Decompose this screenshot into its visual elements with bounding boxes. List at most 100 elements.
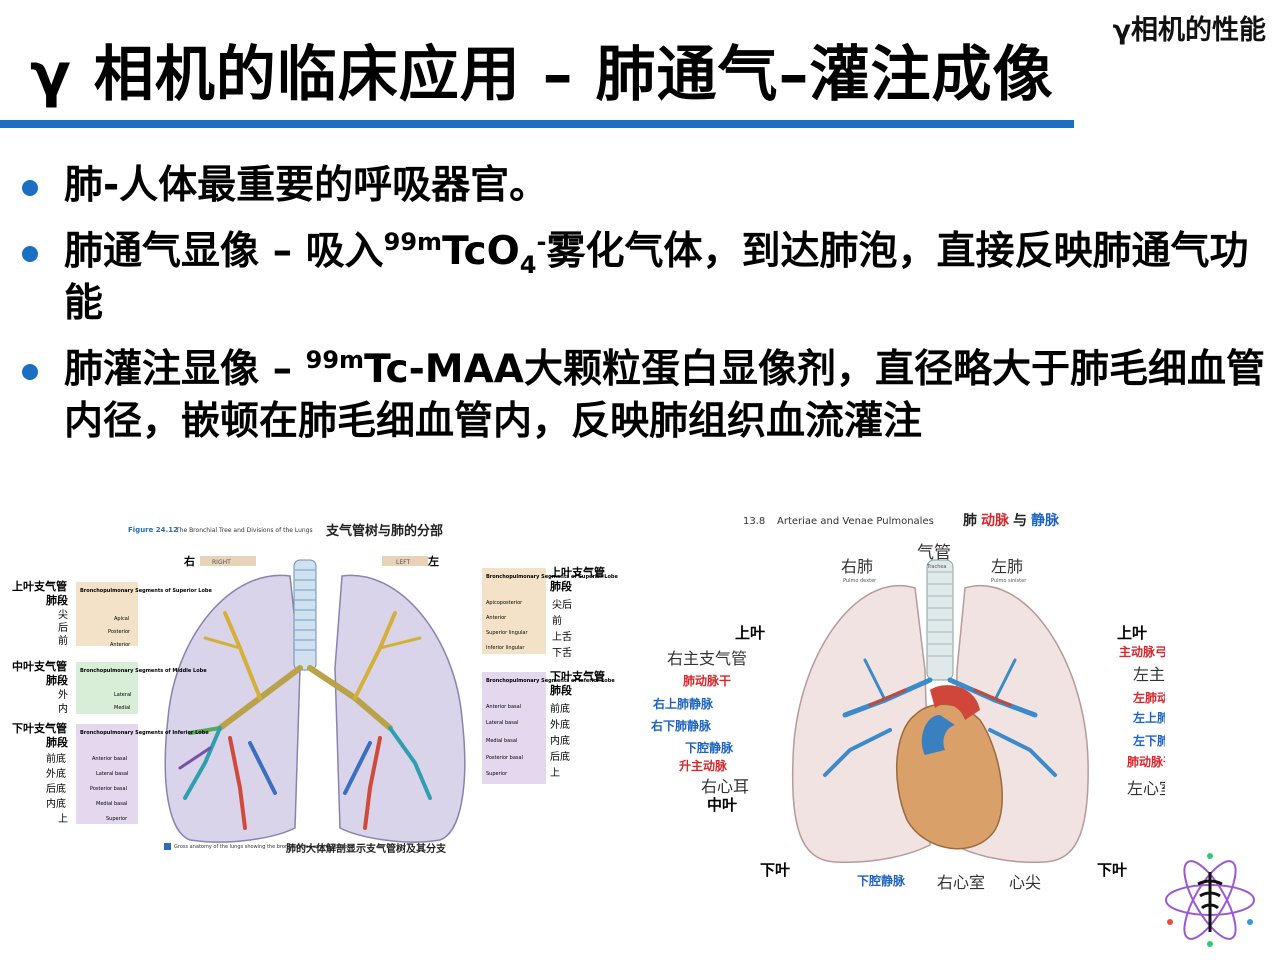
legend-box-title: Bronchopulmonary Segments of Superior Lo… [80, 588, 212, 594]
lower-lobe-bronchus-label: 下叶支气管 [12, 721, 67, 735]
bullet-dot-icon [22, 180, 38, 196]
legend-box-item: Lateral basal [486, 720, 518, 726]
right-upper-legend-box [482, 568, 546, 654]
segment-label: 肺段 [550, 579, 572, 593]
legend-box-item: Posterior [108, 629, 131, 635]
segment-item: 尖 [58, 608, 68, 621]
upper-lobe-right-label: 上叶 [735, 624, 765, 642]
segment-label: 肺段 [46, 593, 68, 607]
right-cn-label: 右 [183, 554, 195, 568]
trachea-en-label: Trachea [926, 564, 947, 570]
bronchial-tree-figure: Figure 24.12 The Bronchial Tree and Divi… [10, 498, 625, 870]
segment-item: 后底 [550, 750, 570, 763]
segment-item: 后 [58, 622, 68, 634]
pulmonary-trunk-right-label: 肺动脉干 [1127, 754, 1165, 769]
legend-box-item: Superior lingular [486, 630, 528, 636]
legend-box-item: Posterior basal [486, 755, 523, 761]
right-ventricle-label: 右心室 [937, 873, 985, 892]
trachea-label: 气管 [917, 543, 951, 563]
left-lung-label: 左肺 [991, 557, 1023, 576]
bullet-dot-icon [22, 246, 38, 262]
left-ventricle-label: 左心室 [1127, 779, 1165, 798]
legend-box-item: Anterior basal [486, 704, 521, 710]
upper-lobe-bronchus-label: 上叶支气管 [12, 579, 67, 593]
right-lung-en-label: Pulmo dexter [843, 578, 877, 584]
legend-box-item: Superior [106, 816, 128, 822]
bullet-text: TcO [442, 229, 520, 274]
charge-superscript: - [536, 228, 547, 256]
right-en-label: RIGHT [212, 559, 231, 566]
aortic-arch-label: 主动脉弓 [1119, 644, 1165, 659]
figure-caption-cn-part: 与 [1013, 513, 1027, 529]
figure-caption-cn-part: 肺 [963, 513, 977, 529]
right-superior-pulmonary-vein-label: 右上肺静脉 [652, 696, 714, 711]
apex-label: 心尖 [1009, 873, 1041, 892]
left-lung-en-label: Pulmo sinister [991, 578, 1027, 584]
segment-item: 后底 [46, 782, 66, 795]
legend-box-title: Bronchopulmonary Segments of Middle Lobe [80, 668, 207, 674]
figure-caption-cn-part: 动脉 [981, 512, 1010, 529]
left-superior-pulmonary-vein-label: 左上肺静脉 [1132, 710, 1165, 725]
figure-caption-cn: 支气管树与肺的分部 [325, 523, 443, 539]
pulmonary-vessels-figure: 13.8 Arteriae and Venae Pulmonales 肺 动脉 … [645, 500, 1165, 895]
figure-caption-cn-part: 静脉 [1031, 512, 1060, 529]
segment-item: 前底 [550, 702, 570, 715]
trachea-shape [293, 559, 317, 671]
bullet-item: 肺灌注显像 – 99mTc-MAA大颗粒蛋白显像剂，直径略大于肺毛细血管内径，嵌… [18, 344, 1268, 448]
segment-item: 前 [552, 614, 562, 627]
inferior-vena-cava-label: 下腔静脉 [685, 740, 734, 755]
segment-item: 外底 [46, 767, 66, 780]
pulmonary-trunk-label: 肺动脉干 [683, 673, 731, 688]
middle-lobe-bronchus-label: 中叶支气管 [12, 659, 67, 673]
legend-box-item: Anterior basal [92, 756, 127, 762]
legend-box-item: Anterior [110, 642, 131, 648]
figure-note-cn: 肺的大体解剖显示支气管树及其分支 [286, 842, 447, 855]
right-main-bronchus-label: 右主支气管 [667, 649, 747, 668]
legend-box-item: Medial [114, 705, 130, 711]
legend-box-item: Apical [114, 616, 129, 622]
title-divider [0, 120, 1074, 128]
legend-box-title: Bronchopulmonary Segments of Inferior Lo… [80, 730, 209, 736]
left-main-bronchus-label: 左主支气管 [1133, 665, 1165, 684]
left-pulmonary-artery-label: 左肺动脉 [1132, 690, 1165, 705]
segment-item: 下舌 [552, 647, 572, 659]
bullet-item: 肺通气显像 – 吸入99mTcO4-雾化气体，到达肺泡，直接反映肺通气功能 [18, 226, 1268, 330]
bullet-text: 肺灌注显像 – [64, 347, 306, 392]
lower-lobe-right-label: 下叶 [760, 861, 790, 879]
upper-lobe-left-label: 上叶 [1117, 624, 1147, 642]
legend-box-item: Lateral basal [96, 771, 128, 777]
figure-caption-en: Arteriae and Venae Pulmonales [777, 516, 934, 527]
segment-item: 前底 [46, 752, 66, 765]
legend-box-item: Apicoposterior [486, 600, 523, 606]
isotope-superscript: 99m [383, 228, 443, 256]
bullet-text: 肺通气显像 – 吸入 [64, 229, 384, 274]
figure-number: Figure 24.12 [128, 526, 178, 534]
segment-item: 上舌 [552, 631, 572, 643]
bullet-dot-icon [22, 364, 38, 380]
right-auricle-label: 右心耳 [701, 777, 749, 796]
lower-lobe-bronchus-label: 下叶支气管 [550, 669, 605, 683]
legend-box-item: Inferior lingular [486, 645, 525, 651]
segment-label: 肺段 [46, 735, 68, 749]
note-marker-icon [164, 843, 171, 850]
segment-item: 内底 [46, 797, 66, 810]
bullet-text: 肺-人体最重要的呼吸器官。 [64, 163, 549, 208]
left-en-label: LEFT [396, 559, 410, 566]
bullet-item: 肺-人体最重要的呼吸器官。 [18, 160, 1268, 212]
right-lung-label: 右肺 [841, 557, 873, 576]
slide-title: γ 相机的临床应用 – 肺通气–灌注成像 [30, 40, 1054, 110]
right-inferior-pulmonary-vein-label: 右下肺静脉 [650, 718, 712, 733]
segment-item: 内 [58, 702, 68, 715]
section-label: γ相机的性能 [1112, 15, 1266, 46]
segment-item: 上 [550, 767, 560, 779]
segment-item: 内底 [550, 734, 570, 747]
upper-lobe-bronchus-label: 上叶支气管 [550, 565, 605, 579]
segment-item: 外 [58, 689, 68, 701]
right-lower-legend-box [482, 672, 546, 784]
legend-box-item: Superior [486, 771, 508, 777]
figure-number: 13.8 [743, 516, 765, 527]
formula-subscript: 4 [519, 250, 537, 279]
bullet-list: 肺-人体最重要的呼吸器官。 肺通气显像 – 吸入99mTcO4-雾化气体，到达肺… [18, 160, 1268, 462]
legend-box-item: Anterior [486, 615, 507, 621]
segment-label: 肺段 [46, 673, 68, 687]
